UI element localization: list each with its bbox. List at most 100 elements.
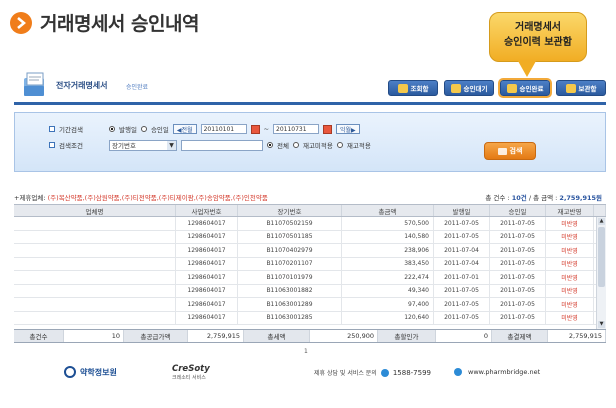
- table-row[interactable]: 1298604017 B11070402979 238,906 2011-07-…: [14, 244, 606, 258]
- partner-sub: 크레소티 서비스: [172, 375, 206, 381]
- cell-stock[interactable]: 미반영: [546, 311, 594, 324]
- cell-bizno: 1298604017: [176, 217, 238, 230]
- search-button-label: 검색: [509, 147, 523, 155]
- org-logo: 약학정보원: [64, 366, 117, 378]
- radio-issue-date[interactable]: [109, 126, 115, 132]
- cell-stock[interactable]: 미반영: [546, 257, 594, 270]
- search-button[interactable]: 검색: [484, 142, 536, 160]
- cell-stock[interactable]: 미반영: [546, 244, 594, 257]
- cell-amount: 49,340: [342, 284, 434, 297]
- cell-amount: 140,580: [342, 230, 434, 243]
- col-stock[interactable]: 재고반영: [546, 205, 594, 216]
- org-name: 약학정보원: [80, 367, 117, 377]
- bullet-icon: [49, 142, 55, 148]
- archive-button[interactable]: 보관함: [556, 80, 606, 96]
- amount-label: / 총 금액 :: [528, 194, 558, 202]
- folder-check-icon: [506, 83, 517, 93]
- cell-amount: 120,640: [342, 311, 434, 324]
- date-to-input[interactable]: 20110731: [273, 124, 320, 134]
- cell-issued: 2011-07-01: [434, 271, 490, 284]
- cell-issued: 2011-07-05: [434, 284, 490, 297]
- next-month-button[interactable]: 익월▶: [336, 124, 360, 134]
- cell-invoice: B11063001882: [238, 284, 342, 297]
- radio-not-reflected[interactable]: [292, 142, 299, 148]
- condition-select-value: 장기번호: [112, 142, 136, 150]
- cell-invoice: B11063001289: [238, 298, 342, 311]
- cell-company: [14, 217, 176, 230]
- prev-month-button[interactable]: ◀전월: [172, 124, 197, 134]
- table-row[interactable]: 1298604017 B11070201107 383,450 2011-07-…: [14, 257, 606, 271]
- search-icon: [497, 147, 507, 155]
- summary-bar: +제휴업체: (주)복산약품,(주)삼원약품,(주)티전약품,(주)티제이팜,(…: [14, 192, 606, 202]
- contact-info: 제휴 상담 및 서비스 문의 1588-7599: [314, 368, 431, 377]
- nav-divider: [14, 102, 606, 105]
- scroll-thumb[interactable]: [598, 227, 605, 287]
- search-folder-icon: [397, 83, 408, 93]
- calendar-icon[interactable]: [323, 124, 333, 134]
- scroll-up-icon[interactable]: ▲: [598, 218, 605, 225]
- radio-issue-label: 발행일: [119, 126, 137, 134]
- condition-text-input[interactable]: [181, 139, 263, 151]
- cell-issued: 2011-07-04: [434, 244, 490, 257]
- website-link[interactable]: www.pharmbridge.net: [454, 368, 540, 376]
- calendar-icon[interactable]: [250, 124, 260, 134]
- radio-reflected[interactable]: [336, 142, 343, 148]
- cell-amount: 570,500: [342, 217, 434, 230]
- top-nav: 조회함 승인대기 승인완료 보관함: [388, 78, 606, 98]
- col-bizno[interactable]: 사업자번호: [176, 205, 238, 216]
- radio-reflected-label: 재고적용: [346, 142, 371, 150]
- archive-folder-icon: [565, 83, 576, 93]
- inbox-button-label: 조회함: [410, 85, 429, 93]
- condition-select[interactable]: 장기번호 ▼: [109, 139, 177, 151]
- cell-approved: 2011-07-05: [490, 244, 546, 257]
- contact-phone: 1588-7599: [392, 368, 431, 377]
- col-amount[interactable]: 총금액: [342, 205, 434, 216]
- cell-invoice: B11070201107: [238, 257, 342, 270]
- cell-stock[interactable]: 미반영: [546, 298, 594, 311]
- period-row: 기간검색 발행일 승인일 ◀전월 20110101 ~ 20110731 익월▶: [49, 123, 360, 135]
- cell-company: [14, 230, 176, 243]
- inbox-button[interactable]: 조회함: [388, 80, 438, 96]
- callout-bubble: 거래명세서 승인이력 보관함: [489, 12, 587, 62]
- cell-stock[interactable]: 미반영: [546, 217, 594, 230]
- cell-bizno: 1298604017: [176, 257, 238, 270]
- footer-total-value: 2,759,915: [548, 330, 606, 342]
- cell-company: [14, 271, 176, 284]
- approved-button-label: 승인완료: [519, 85, 544, 93]
- col-company[interactable]: 업체명: [14, 205, 176, 216]
- radio-approve-date[interactable]: [140, 126, 147, 132]
- cell-amount: 383,450: [342, 257, 434, 270]
- cell-invoice: B11070502159: [238, 217, 342, 230]
- table-body: 1298604017 B11070502159 570,500 2011-07-…: [14, 217, 606, 329]
- cell-bizno: 1298604017: [176, 230, 238, 243]
- table-row[interactable]: 1298604017 B11063001882 49,340 2011-07-0…: [14, 284, 606, 298]
- radio-all[interactable]: [267, 142, 273, 148]
- table-row[interactable]: 1298604017 B11063001285 120,640 2011-07-…: [14, 311, 606, 325]
- table-row[interactable]: 1298604017 B11070501185 140,580 2011-07-…: [14, 230, 606, 244]
- page-number[interactable]: 1: [304, 348, 308, 355]
- page-footer: 약학정보원 CreSoty 크레소티 서비스 제휴 상담 및 서비스 문의 15…: [14, 360, 606, 386]
- table-row[interactable]: 1298604017 B11070101979 222,474 2011-07-…: [14, 271, 606, 285]
- table-scrollbar[interactable]: ▲ ▼: [596, 217, 606, 329]
- table-row[interactable]: 1298604017 B11070502159 570,500 2011-07-…: [14, 217, 606, 231]
- cell-approved: 2011-07-05: [490, 257, 546, 270]
- approved-button[interactable]: 승인완료: [498, 78, 552, 98]
- period-label: 기간검색: [59, 126, 83, 134]
- cell-stock[interactable]: 미반영: [546, 271, 594, 284]
- pending-button[interactable]: 승인대기: [444, 80, 494, 96]
- table-row[interactable]: 1298604017 B11063001289 97,400 2011-07-0…: [14, 298, 606, 312]
- col-approved[interactable]: 승인일: [490, 205, 546, 216]
- cell-company: [14, 257, 176, 270]
- col-issued[interactable]: 발행일: [434, 205, 490, 216]
- cell-stock[interactable]: 미반영: [546, 230, 594, 243]
- footer-tax-value: 250,900: [310, 330, 378, 342]
- date-from-input[interactable]: 20110101: [200, 124, 247, 134]
- partner-companies: (주)복산약품,(주)삼원약품,(주)티전약품,(주)티제이팜,(주)송암약품,…: [47, 194, 268, 202]
- scroll-down-icon[interactable]: ▼: [598, 321, 605, 328]
- partner-prefix: +제휴업체:: [14, 194, 46, 202]
- app-subtitle: 승인완료: [126, 84, 149, 91]
- col-invoice[interactable]: 장기번호: [238, 205, 342, 216]
- cell-stock[interactable]: 미반영: [546, 284, 594, 297]
- callout-line-1: 거래명세서: [515, 22, 561, 33]
- cell-bizno: 1298604017: [176, 284, 238, 297]
